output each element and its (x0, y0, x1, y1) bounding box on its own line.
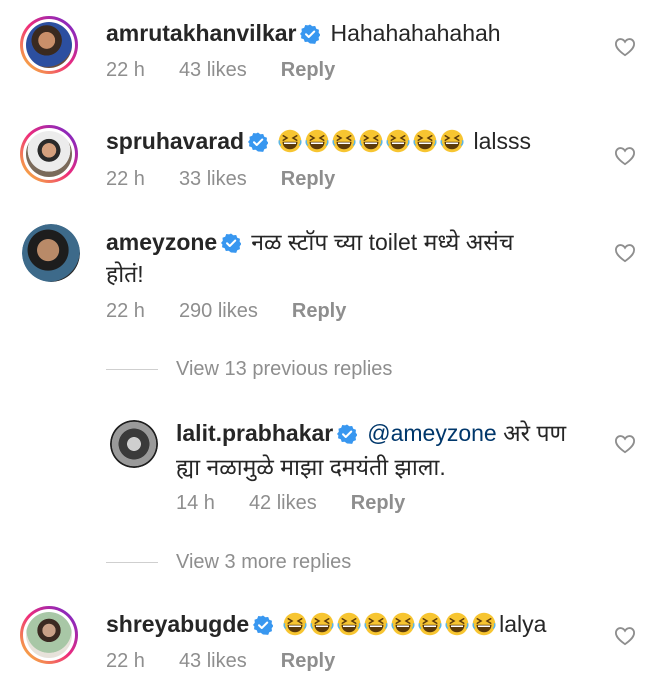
grinning-squinting-emoji (386, 129, 410, 153)
verified-badge-icon (253, 615, 273, 635)
comment-time: 14 h (176, 492, 215, 514)
view-more-replies-label: View 3 more replies (176, 551, 352, 573)
reply-button[interactable]: Reply (281, 650, 335, 672)
grinning-squinting-emoji (283, 612, 307, 636)
verified-badge-icon (337, 424, 357, 444)
comment-text: lalya (499, 611, 547, 637)
reply-button[interactable]: Reply (292, 300, 346, 322)
username[interactable]: shreyabugde (106, 611, 249, 637)
comment-text-line2: ह्या नळामुळे माझा दमयंती झाला. (176, 454, 446, 480)
comment-likes[interactable]: 290 likes (179, 300, 258, 322)
replies-divider (106, 369, 158, 370)
grinning-squinting-emoji (332, 129, 356, 153)
comment-text-line2: होतं! (106, 261, 144, 287)
avatar[interactable] (20, 16, 78, 74)
username[interactable]: lalit.prabhakar (176, 420, 333, 446)
comment-text-line1: अरे पण (503, 420, 567, 446)
verified-badge-icon (300, 24, 320, 44)
comment-time: 22 h (106, 650, 145, 672)
verified-badge-icon (248, 132, 268, 152)
comment-likes[interactable]: 42 likes (249, 492, 317, 514)
avatar[interactable] (20, 125, 78, 183)
comment-likes[interactable]: 43 likes (179, 650, 247, 672)
comment-likes[interactable]: 43 likes (179, 59, 247, 81)
grinning-squinting-emoji (413, 129, 437, 153)
grinning-squinting-emoji (337, 612, 361, 636)
grinning-squinting-emoji (391, 612, 415, 636)
replies-divider (106, 562, 158, 563)
comment-time: 22 h (106, 300, 145, 322)
mention-link[interactable]: @ameyzone (367, 420, 496, 446)
username[interactable]: ameyzone (106, 229, 217, 255)
grinning-squinting-emoji (418, 612, 442, 636)
heart-outline-icon[interactable] (614, 626, 636, 646)
grinning-squinting-emoji (278, 129, 302, 153)
heart-outline-icon[interactable] (614, 243, 636, 263)
verified-badge-icon (221, 233, 241, 253)
heart-outline-icon[interactable] (614, 434, 636, 454)
comment-text: Hahahahahahah (330, 20, 501, 46)
grinning-squinting-emoji (305, 129, 329, 153)
username[interactable]: spruhavarad (106, 128, 244, 154)
reply-button[interactable]: Reply (281, 168, 335, 190)
avatar[interactable] (22, 224, 80, 282)
heart-outline-icon[interactable] (614, 37, 636, 57)
comment-time: 22 h (106, 59, 145, 81)
reply-button[interactable]: Reply (281, 59, 335, 81)
reply-button[interactable]: Reply (351, 492, 405, 514)
comment-text: lalsss (473, 128, 531, 154)
grinning-squinting-emoji (310, 612, 334, 636)
grinning-squinting-emoji (364, 612, 388, 636)
view-previous-replies-label: View 13 previous replies (176, 358, 393, 380)
comment-time: 22 h (106, 168, 145, 190)
avatar[interactable] (20, 606, 78, 664)
grinning-squinting-emoji (359, 129, 383, 153)
view-more-replies-button[interactable]: View 3 more replies (176, 551, 351, 574)
grinning-squinting-emoji (445, 612, 469, 636)
comment-likes[interactable]: 33 likes (179, 168, 247, 190)
heart-outline-icon[interactable] (614, 146, 636, 166)
avatar[interactable] (110, 420, 158, 468)
grinning-squinting-emoji (472, 612, 496, 636)
username[interactable]: amrutakhanvilkar (106, 20, 296, 46)
grinning-squinting-emoji (440, 129, 464, 153)
comment-text-line1: नळ स्टॉप च्या toilet मध्ये असंच (251, 229, 514, 255)
view-previous-replies-button[interactable]: View 13 previous replies (176, 358, 392, 381)
